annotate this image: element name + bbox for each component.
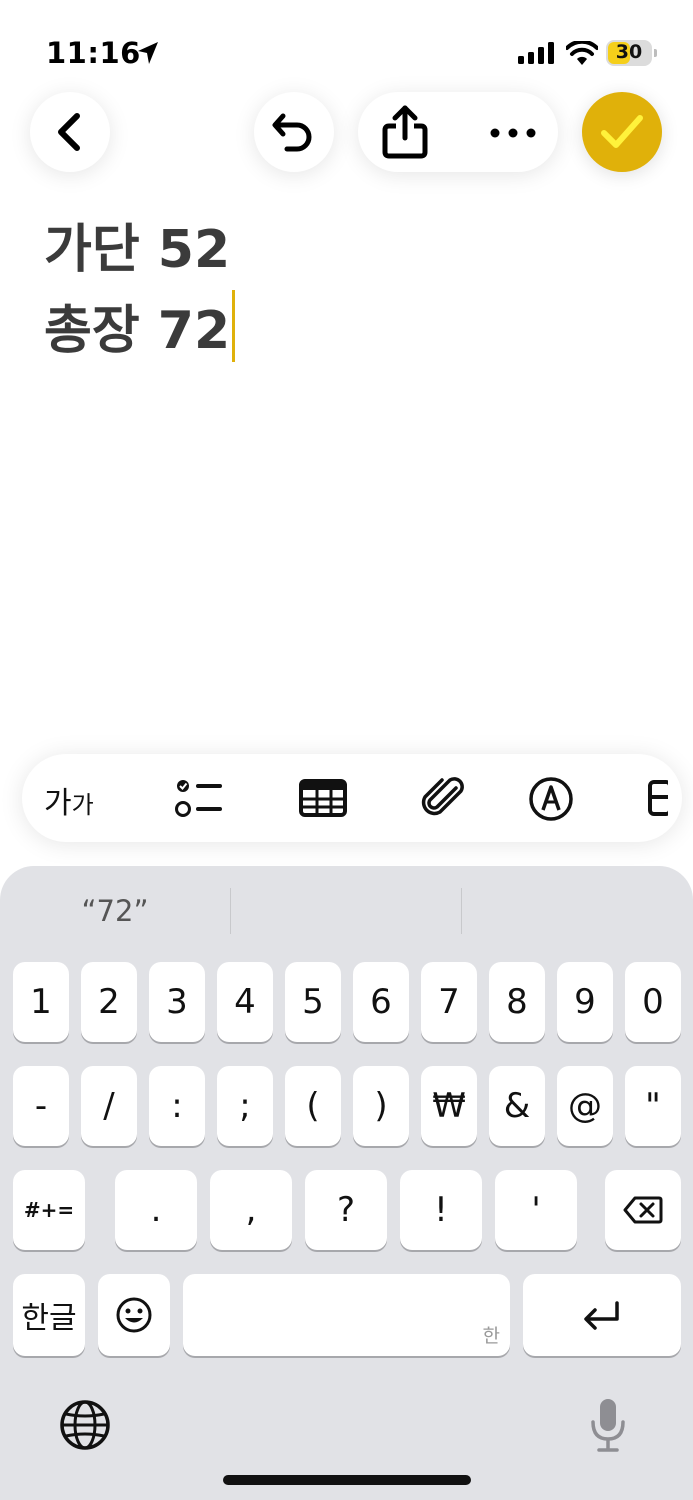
key[interactable]: 7	[421, 962, 477, 1042]
key[interactable]: ,	[210, 1170, 292, 1250]
key[interactable]: )	[353, 1066, 409, 1146]
emoji-icon	[116, 1297, 152, 1333]
more-tools-icon[interactable]	[648, 778, 668, 818]
note-line-text: 총장 72	[44, 301, 231, 361]
undo-icon	[272, 113, 312, 152]
key[interactable]: 2	[81, 962, 137, 1042]
space-bar-hint: 한	[482, 1325, 500, 1347]
language-mode-key[interactable]: 한글	[13, 1274, 85, 1356]
key[interactable]: .	[115, 1170, 197, 1250]
key[interactable]: -	[13, 1066, 69, 1146]
suggestion-item[interactable]: “72”	[0, 866, 230, 956]
ellipsis-icon[interactable]	[490, 128, 536, 138]
battery-indicator: 30	[606, 40, 657, 66]
checkmark-icon	[601, 115, 643, 148]
checklist-icon[interactable]	[174, 776, 226, 820]
suggestion-item[interactable]	[231, 866, 461, 956]
key[interactable]: 8	[489, 962, 545, 1042]
text-style-label: 가	[44, 786, 72, 821]
undo-button[interactable]	[254, 92, 334, 172]
microphone-icon[interactable]	[588, 1396, 628, 1454]
home-indicator	[223, 1475, 471, 1485]
share-icon[interactable]	[380, 104, 430, 160]
key[interactable]: 5	[285, 962, 341, 1042]
note-line-text: 가단 52	[44, 220, 231, 280]
key[interactable]: ?	[305, 1170, 387, 1250]
suggestion-item[interactable]	[462, 866, 692, 956]
note-line: 가단 52	[44, 210, 235, 290]
key[interactable]: (	[285, 1066, 341, 1146]
status-time: 11:16	[46, 36, 141, 70]
cellular-signal-icon	[518, 42, 554, 64]
return-key[interactable]	[523, 1274, 681, 1356]
delete-key[interactable]	[605, 1170, 681, 1250]
status-bar: 11:16 30	[0, 0, 693, 90]
table-icon[interactable]	[298, 778, 348, 818]
text-cursor	[232, 290, 236, 362]
actions-pill	[358, 92, 558, 172]
chevron-left-icon	[58, 113, 80, 151]
key[interactable]: :	[149, 1066, 205, 1146]
key[interactable]: 4	[217, 962, 273, 1042]
wifi-icon	[566, 41, 598, 65]
key[interactable]: ₩	[421, 1066, 477, 1146]
battery-nub	[654, 49, 657, 57]
key[interactable]: &	[489, 1066, 545, 1146]
key[interactable]: 0	[625, 962, 681, 1042]
text-style-label-small: 가	[71, 791, 94, 819]
note-body[interactable]: 가단 52 총장 72	[44, 210, 236, 371]
return-icon	[584, 1301, 619, 1330]
done-button[interactable]	[582, 92, 662, 172]
key[interactable]: !	[400, 1170, 482, 1250]
markup-icon[interactable]	[528, 776, 574, 822]
key[interactable]: 3	[149, 962, 205, 1042]
emoji-key[interactable]	[98, 1274, 170, 1356]
key[interactable]: /	[81, 1066, 137, 1146]
formatting-toolbar: 가가	[22, 754, 682, 842]
key[interactable]: '	[495, 1170, 577, 1250]
key[interactable]: "	[625, 1066, 681, 1146]
key[interactable]: ;	[217, 1066, 273, 1146]
globe-icon[interactable]	[58, 1398, 112, 1452]
key[interactable]: 1	[13, 962, 69, 1042]
text-style-button[interactable]: 가가	[44, 778, 94, 822]
paperclip-icon[interactable]	[420, 774, 466, 822]
delete-backward-icon	[623, 1196, 663, 1224]
key[interactable]: 6	[353, 962, 409, 1042]
back-button[interactable]	[30, 92, 110, 172]
location-arrow-icon	[138, 42, 158, 64]
note-line: 총장 72	[44, 290, 236, 371]
key[interactable]: @	[557, 1066, 613, 1146]
key[interactable]: 9	[557, 962, 613, 1042]
space-bar[interactable]: 한	[183, 1274, 510, 1356]
battery-level: 30	[615, 41, 643, 63]
symbols-toggle-key[interactable]: #+=	[13, 1170, 85, 1250]
